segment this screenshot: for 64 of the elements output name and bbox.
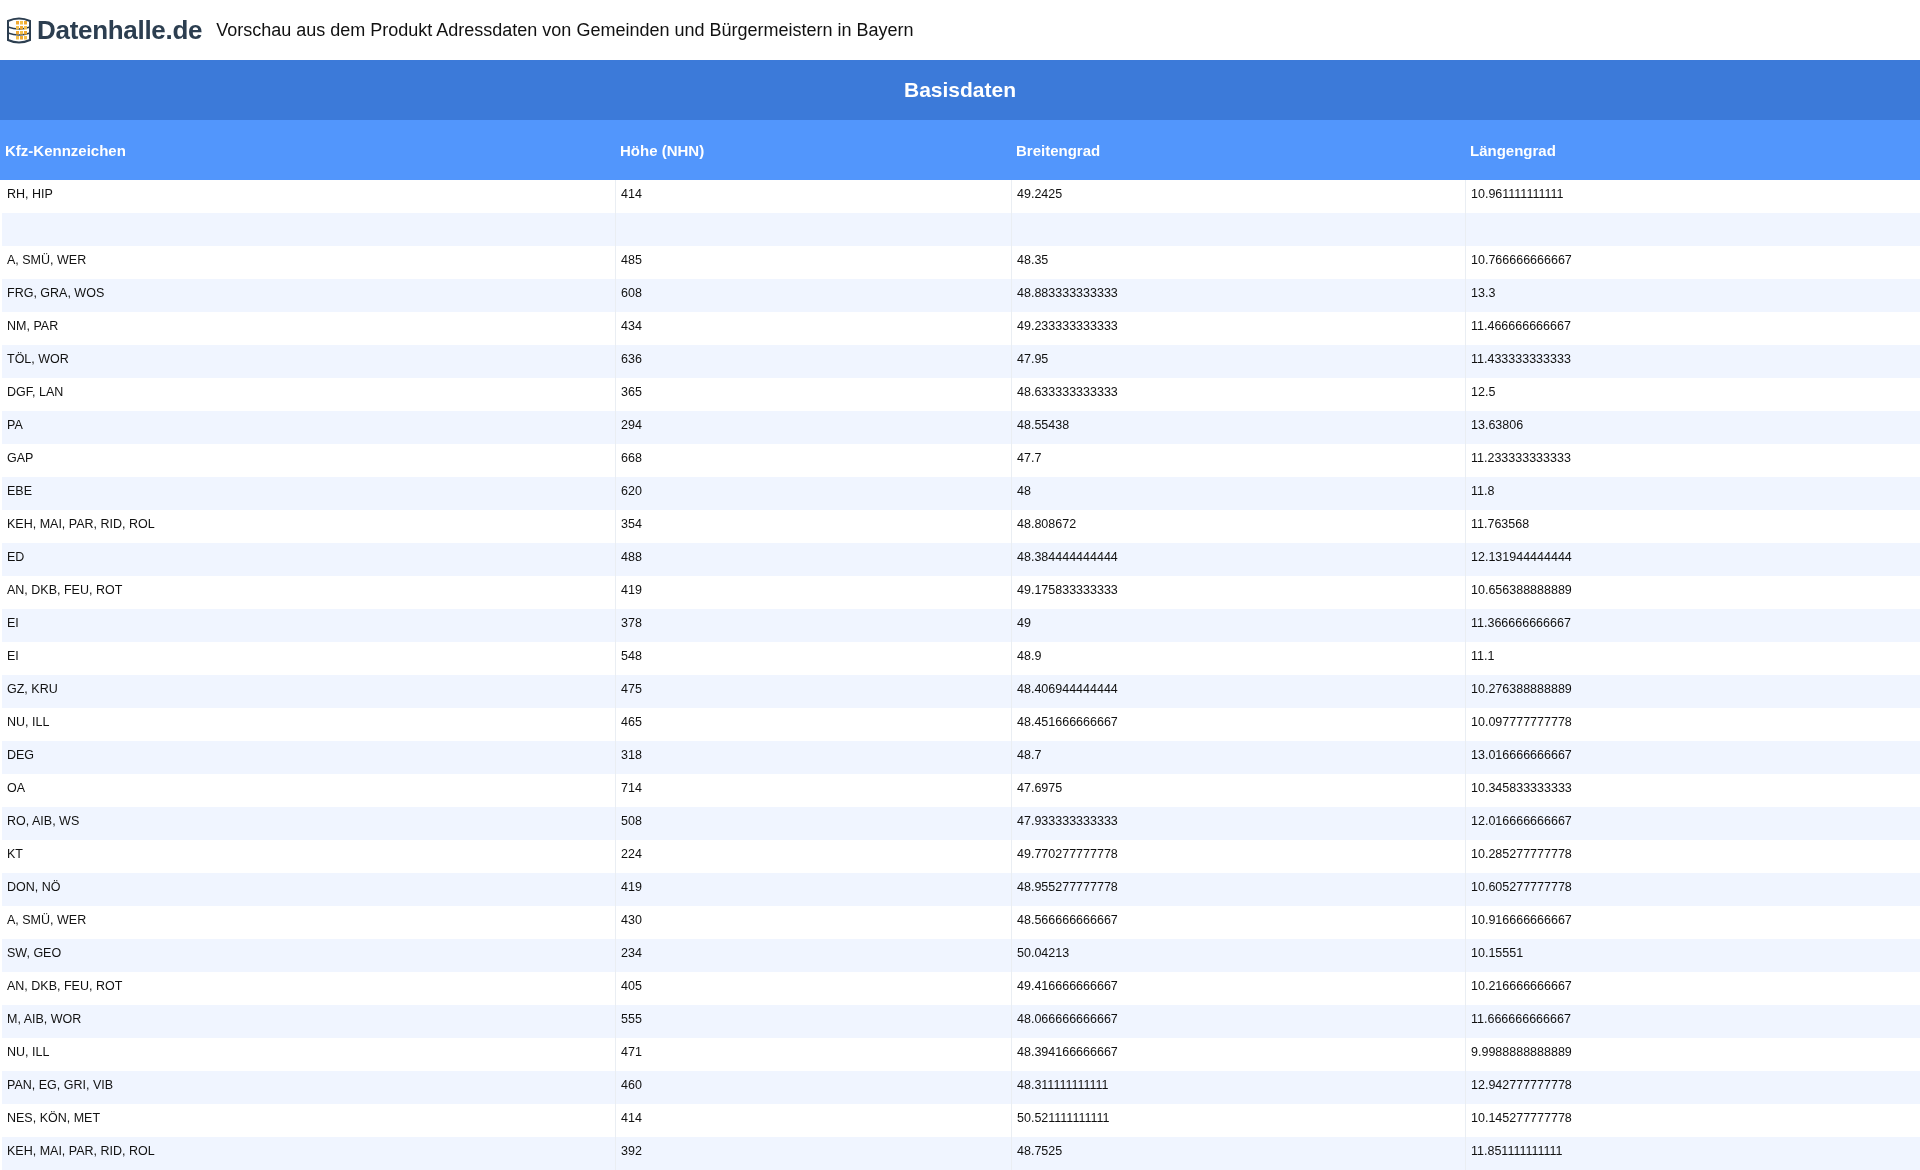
table-cell: FRG, GRA, WOS bbox=[0, 279, 615, 312]
table-cell: M, AIB, WOR bbox=[0, 1005, 615, 1038]
table-cell: 11.666666666667 bbox=[1465, 1005, 1920, 1038]
table-cell: 48.384444444444 bbox=[1011, 543, 1465, 576]
table-cell: 620 bbox=[615, 477, 1011, 510]
table-cell: EBE bbox=[0, 477, 615, 510]
table-cell: EI bbox=[0, 609, 615, 642]
table-cell: 11.433333333333 bbox=[1465, 345, 1920, 378]
table-cell: 460 bbox=[615, 1071, 1011, 1104]
column-header: Höhe (NHN) bbox=[615, 120, 1011, 180]
table-cell: 608 bbox=[615, 279, 1011, 312]
table-cell: 318 bbox=[615, 741, 1011, 774]
table-cell: 48.066666666667 bbox=[1011, 1005, 1465, 1038]
table-cell: 12.131944444444 bbox=[1465, 543, 1920, 576]
table-cell: 488 bbox=[615, 543, 1011, 576]
table-cell: 555 bbox=[615, 1005, 1011, 1038]
table-cell: 13.3 bbox=[1465, 279, 1920, 312]
table-cell: DON, NÖ bbox=[0, 873, 615, 906]
database-icon bbox=[4, 15, 34, 45]
table-cell: 419 bbox=[615, 873, 1011, 906]
table-cell: 13.016666666667 bbox=[1465, 741, 1920, 774]
column-header: Kfz-Kennzeichen bbox=[0, 120, 615, 180]
logo-text[interactable]: Datenhalle.de bbox=[37, 14, 203, 46]
table-cell: 48.55438 bbox=[1011, 411, 1465, 444]
table-cell: 12.016666666667 bbox=[1465, 807, 1920, 840]
table-cell: 48 bbox=[1011, 477, 1465, 510]
column-header: Längengrad bbox=[1465, 120, 1920, 180]
table-cell: DEG bbox=[0, 741, 615, 774]
table-cell: 49 bbox=[1011, 609, 1465, 642]
table-cell: PA bbox=[0, 411, 615, 444]
table-cell: 10.605277777778 bbox=[1465, 873, 1920, 906]
table-cell: 234 bbox=[615, 939, 1011, 972]
table-cell: 48.7 bbox=[1011, 741, 1465, 774]
table-cell: 13.63806 bbox=[1465, 411, 1920, 444]
table-cell: 48.883333333333 bbox=[1011, 279, 1465, 312]
table-cell: 47.933333333333 bbox=[1011, 807, 1465, 840]
table-cell: 47.95 bbox=[1011, 345, 1465, 378]
table-cell: 508 bbox=[615, 807, 1011, 840]
table-cell: 48.406944444444 bbox=[1011, 675, 1465, 708]
table-cell: PAN, EG, GRI, VIB bbox=[0, 1071, 615, 1104]
table-cell: 378 bbox=[615, 609, 1011, 642]
table-cell: 11.366666666667 bbox=[1465, 609, 1920, 642]
table-cell: 48.311111111111 bbox=[1011, 1071, 1465, 1104]
table-cell: RO, AIB, WS bbox=[0, 807, 615, 840]
table-cell: GZ, KRU bbox=[0, 675, 615, 708]
column-header: Breitengrad bbox=[1011, 120, 1465, 180]
table-cell: 10.276388888889 bbox=[1465, 675, 1920, 708]
table-cell: 392 bbox=[615, 1137, 1011, 1170]
group-header: Basisdaten bbox=[0, 60, 1920, 120]
table-cell: 11.851111111111 bbox=[1465, 1137, 1920, 1170]
table-cell: 294 bbox=[615, 411, 1011, 444]
table-cell: 48.955277777778 bbox=[1011, 873, 1465, 906]
table-cell: SW, GEO bbox=[0, 939, 615, 972]
table-cell: 10.15551 bbox=[1465, 939, 1920, 972]
table-cell: TÖL, WOR bbox=[0, 345, 615, 378]
table-cell: 50.04213 bbox=[1011, 939, 1465, 972]
table-cell: KEH, MAI, PAR, RID, ROL bbox=[0, 1137, 615, 1170]
table-cell: 12.942777777778 bbox=[1465, 1071, 1920, 1104]
page-title: Vorschau aus dem Produkt Adressdaten von Gemeinden und Bürgermeistern in Bayern bbox=[216, 19, 914, 41]
table-cell: 475 bbox=[615, 675, 1011, 708]
table-cell: ED bbox=[0, 543, 615, 576]
table-cell: 48.7525 bbox=[1011, 1137, 1465, 1170]
table-cell: 636 bbox=[615, 345, 1011, 378]
table-cell: 11.8 bbox=[1465, 477, 1920, 510]
